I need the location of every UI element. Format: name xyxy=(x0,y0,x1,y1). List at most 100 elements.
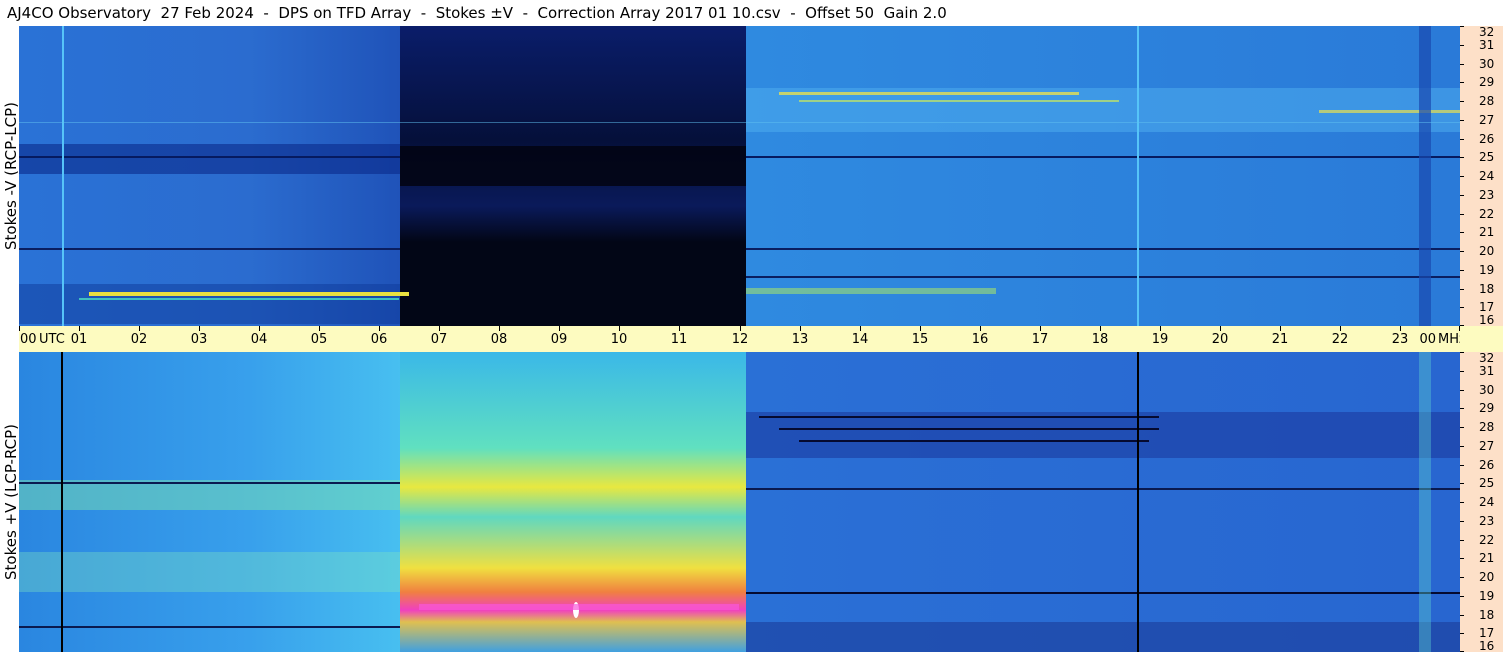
time-tick-label: 12 xyxy=(731,332,749,347)
time-tick xyxy=(79,326,80,331)
time-tick xyxy=(920,326,921,331)
freq-tick-label: 17 xyxy=(1479,626,1495,640)
freq-tick xyxy=(1460,232,1464,233)
time-axis: 00 01 02 03 04 05 06 07 08 09 10 11 12 13 14 15 16 17 18 19… xyxy=(19,326,1466,352)
freq-tick xyxy=(1460,26,1464,27)
freq-tick xyxy=(1460,633,1464,634)
time-tick-label: 11 xyxy=(670,332,688,347)
freq-tick xyxy=(1460,176,1464,177)
freq-tick xyxy=(1460,577,1464,578)
freq-tick-label: 25 xyxy=(1479,476,1495,490)
freq-tick xyxy=(1460,521,1464,522)
freq-tick-label: 16 xyxy=(1479,313,1495,327)
bottom-spectrogram-panel xyxy=(19,352,1460,652)
time-tick-label: 18 xyxy=(1091,332,1109,347)
time-tick-label: 20 xyxy=(1211,332,1229,347)
time-tick-label: 15 xyxy=(911,332,929,347)
freq-tick xyxy=(1460,157,1464,158)
time-tick xyxy=(19,326,20,331)
time-tick-label: 19 xyxy=(1151,332,1169,347)
time-tick xyxy=(740,326,741,331)
time-tick xyxy=(1100,326,1101,331)
freq-tick xyxy=(1460,502,1464,503)
freq-tick-label: 30 xyxy=(1479,57,1495,71)
time-tick xyxy=(800,326,801,331)
bottom-panel-ylabel: Stokes +V (LCP-RCP) xyxy=(2,424,20,580)
freq-tick xyxy=(1460,64,1464,65)
time-tick-label: 08 xyxy=(490,332,508,347)
time-tick-label: 06 xyxy=(370,332,388,347)
time-tick-label: 16 xyxy=(971,332,989,347)
time-tick-label: 02 xyxy=(130,332,148,347)
time-tick xyxy=(199,326,200,331)
freq-tick-label: 24 xyxy=(1479,169,1495,183)
time-tick xyxy=(259,326,260,331)
freq-tick xyxy=(1460,615,1464,616)
freq-tick-label: 23 xyxy=(1479,514,1495,528)
freq-tick-label: 20 xyxy=(1479,244,1495,258)
freq-tick xyxy=(1460,45,1464,46)
freq-tick xyxy=(1460,139,1464,140)
time-tick xyxy=(980,326,981,331)
freq-tick xyxy=(1460,270,1464,271)
freq-tick xyxy=(1460,483,1464,484)
freq-tick-label: 20 xyxy=(1479,570,1495,584)
top-spectrogram-panel xyxy=(19,26,1460,326)
freq-tick xyxy=(1460,195,1464,196)
freq-tick xyxy=(1460,558,1464,559)
freq-tick xyxy=(1460,101,1464,102)
freq-tick xyxy=(1460,214,1464,215)
time-tick-label: 00 xyxy=(20,332,37,347)
axis-corner xyxy=(1460,326,1503,352)
freq-tick xyxy=(1460,596,1464,597)
freq-tick xyxy=(1460,446,1464,447)
freq-tick-label: 21 xyxy=(1479,551,1495,565)
freq-tick-label: 29 xyxy=(1479,401,1495,415)
freq-tick xyxy=(1460,427,1464,428)
time-tick xyxy=(1040,326,1041,331)
freq-tick xyxy=(1460,540,1464,541)
time-tick xyxy=(559,326,560,331)
bottom-frequency-axis: 32 31 30 29 28 27 26 25 24 23 22 21 20 19 18 17 16 xyxy=(1460,352,1503,652)
time-tick-label: 03 xyxy=(190,332,208,347)
freq-tick-label: 23 xyxy=(1479,188,1495,202)
top-spectrogram-texture xyxy=(19,26,1460,326)
bottom-spectrogram-texture xyxy=(19,352,1460,652)
time-tick xyxy=(379,326,380,331)
time-tick xyxy=(1400,326,1401,331)
time-tick-label: 17 xyxy=(1031,332,1049,347)
freq-tick-label: 32 xyxy=(1479,25,1495,39)
freq-tick-label: 24 xyxy=(1479,495,1495,509)
freq-tick-label: 31 xyxy=(1479,38,1495,52)
top-frequency-axis: 32 31 30 29 28 27 26 25 24 23 22 21 20 19 18 17 16 xyxy=(1460,26,1503,326)
time-tick xyxy=(619,326,620,331)
freq-tick-label: 16 xyxy=(1479,639,1495,653)
freq-tick-label: 32 xyxy=(1479,351,1495,365)
time-tick xyxy=(1160,326,1161,331)
time-tick-label: 01 xyxy=(70,332,88,347)
freq-tick xyxy=(1460,651,1464,652)
time-tick-label: 22 xyxy=(1331,332,1349,347)
freq-tick-label: 22 xyxy=(1479,533,1495,547)
time-tick xyxy=(1340,326,1341,331)
freq-tick-label: 19 xyxy=(1479,263,1495,277)
freq-tick-label: 22 xyxy=(1479,207,1495,221)
time-tick xyxy=(1220,326,1221,331)
freq-tick xyxy=(1460,465,1464,466)
freq-tick xyxy=(1460,307,1464,308)
freq-tick-label: 29 xyxy=(1479,75,1495,89)
time-tick-label: 13 xyxy=(791,332,809,347)
time-tick xyxy=(319,326,320,331)
freq-tick-label: 26 xyxy=(1479,458,1495,472)
time-tick xyxy=(139,326,140,331)
freq-tick-label: 27 xyxy=(1479,113,1495,127)
time-tick-label: 23 xyxy=(1391,332,1409,347)
freq-tick xyxy=(1460,251,1464,252)
time-tick-label: 04 xyxy=(250,332,268,347)
figure-title: AJ4CO Observatory 27 Feb 2024 - DPS on T… xyxy=(0,0,1460,26)
freq-tick-label: 18 xyxy=(1479,282,1495,296)
freq-tick-label: 19 xyxy=(1479,589,1495,603)
time-tick xyxy=(860,326,861,331)
freq-tick-label: 17 xyxy=(1479,300,1495,314)
utc-label: UTC xyxy=(39,332,65,347)
